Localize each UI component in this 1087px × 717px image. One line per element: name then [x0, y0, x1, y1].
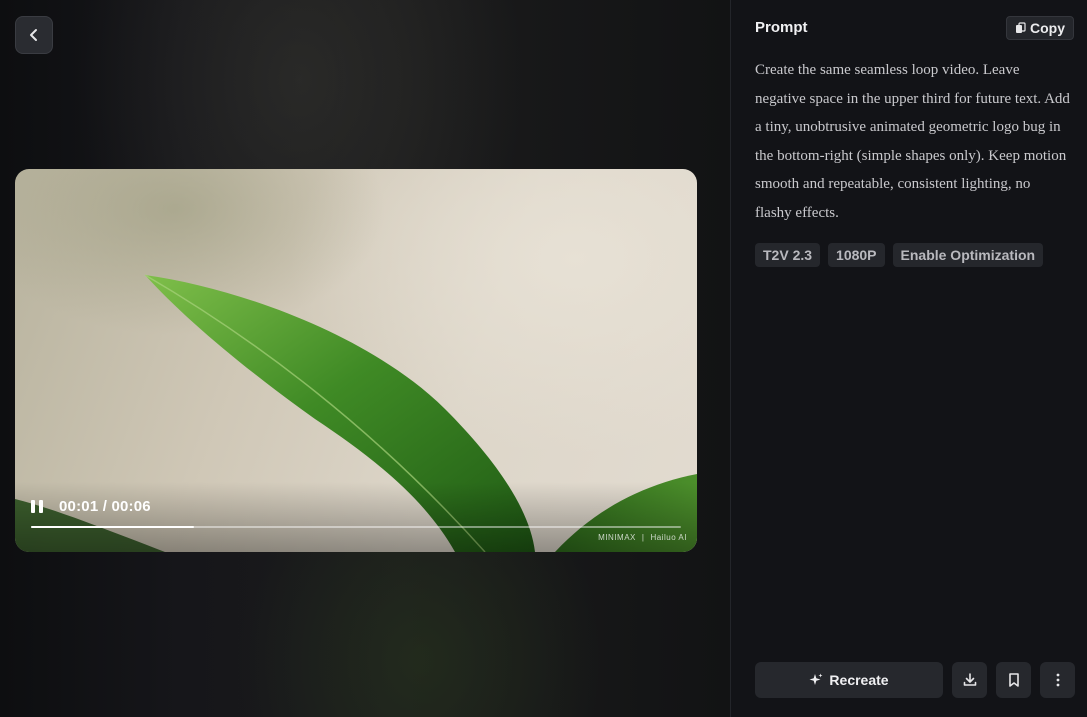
time-display: 00:01 / 00:06 — [59, 498, 151, 515]
video-stage: 00:01 / 00:06 MINIMAX | Hailuo AI — [0, 0, 730, 717]
download-icon — [963, 673, 976, 686]
panel-title: Prompt — [755, 19, 808, 36]
copy-label: Copy — [1030, 20, 1065, 36]
pause-icon[interactable] — [31, 499, 49, 515]
watermark-product: Hailuo AI — [650, 533, 687, 542]
video-gradient-overlay — [15, 482, 697, 552]
watermark-divider: | — [641, 533, 645, 542]
copy-button[interactable]: Copy — [1006, 16, 1074, 40]
sparkle-icon — [809, 673, 823, 685]
progress-bar[interactable] — [31, 526, 681, 528]
more-options-button[interactable] — [1040, 662, 1075, 698]
back-button[interactable] — [15, 16, 53, 54]
action-bar: Recreate — [755, 662, 1075, 698]
progress-fill — [31, 526, 194, 528]
prompt-text: Create the same seamless loop video. Lea… — [755, 62, 1070, 221]
copy-icon — [1016, 22, 1026, 33]
tag-model: T2V 2.3 — [755, 243, 821, 267]
tag-list: T2V 2.3 1080P Enable Optimization — [755, 243, 1044, 267]
video-player[interactable]: 00:01 / 00:06 MINIMAX | Hailuo AI — [15, 169, 697, 552]
bookmark-button[interactable] — [996, 662, 1031, 698]
tag-optimization: Enable Optimization — [892, 243, 1044, 267]
watermark-brand: MINIMAX — [598, 533, 636, 542]
prompt-panel: Prompt Copy Create the same seamless loo… — [730, 0, 1087, 717]
playback-controls: 00:01 / 00:06 — [31, 498, 151, 515]
tag-resolution: 1080P — [828, 243, 885, 267]
watermark: MINIMAX | Hailuo AI — [598, 533, 687, 542]
recreate-label: Recreate — [829, 672, 889, 688]
download-button[interactable] — [952, 662, 987, 698]
bookmark-icon — [1008, 673, 1019, 687]
recreate-button[interactable]: Recreate — [755, 662, 943, 698]
chevron-left-icon — [30, 29, 37, 41]
more-vertical-icon — [1056, 673, 1059, 687]
